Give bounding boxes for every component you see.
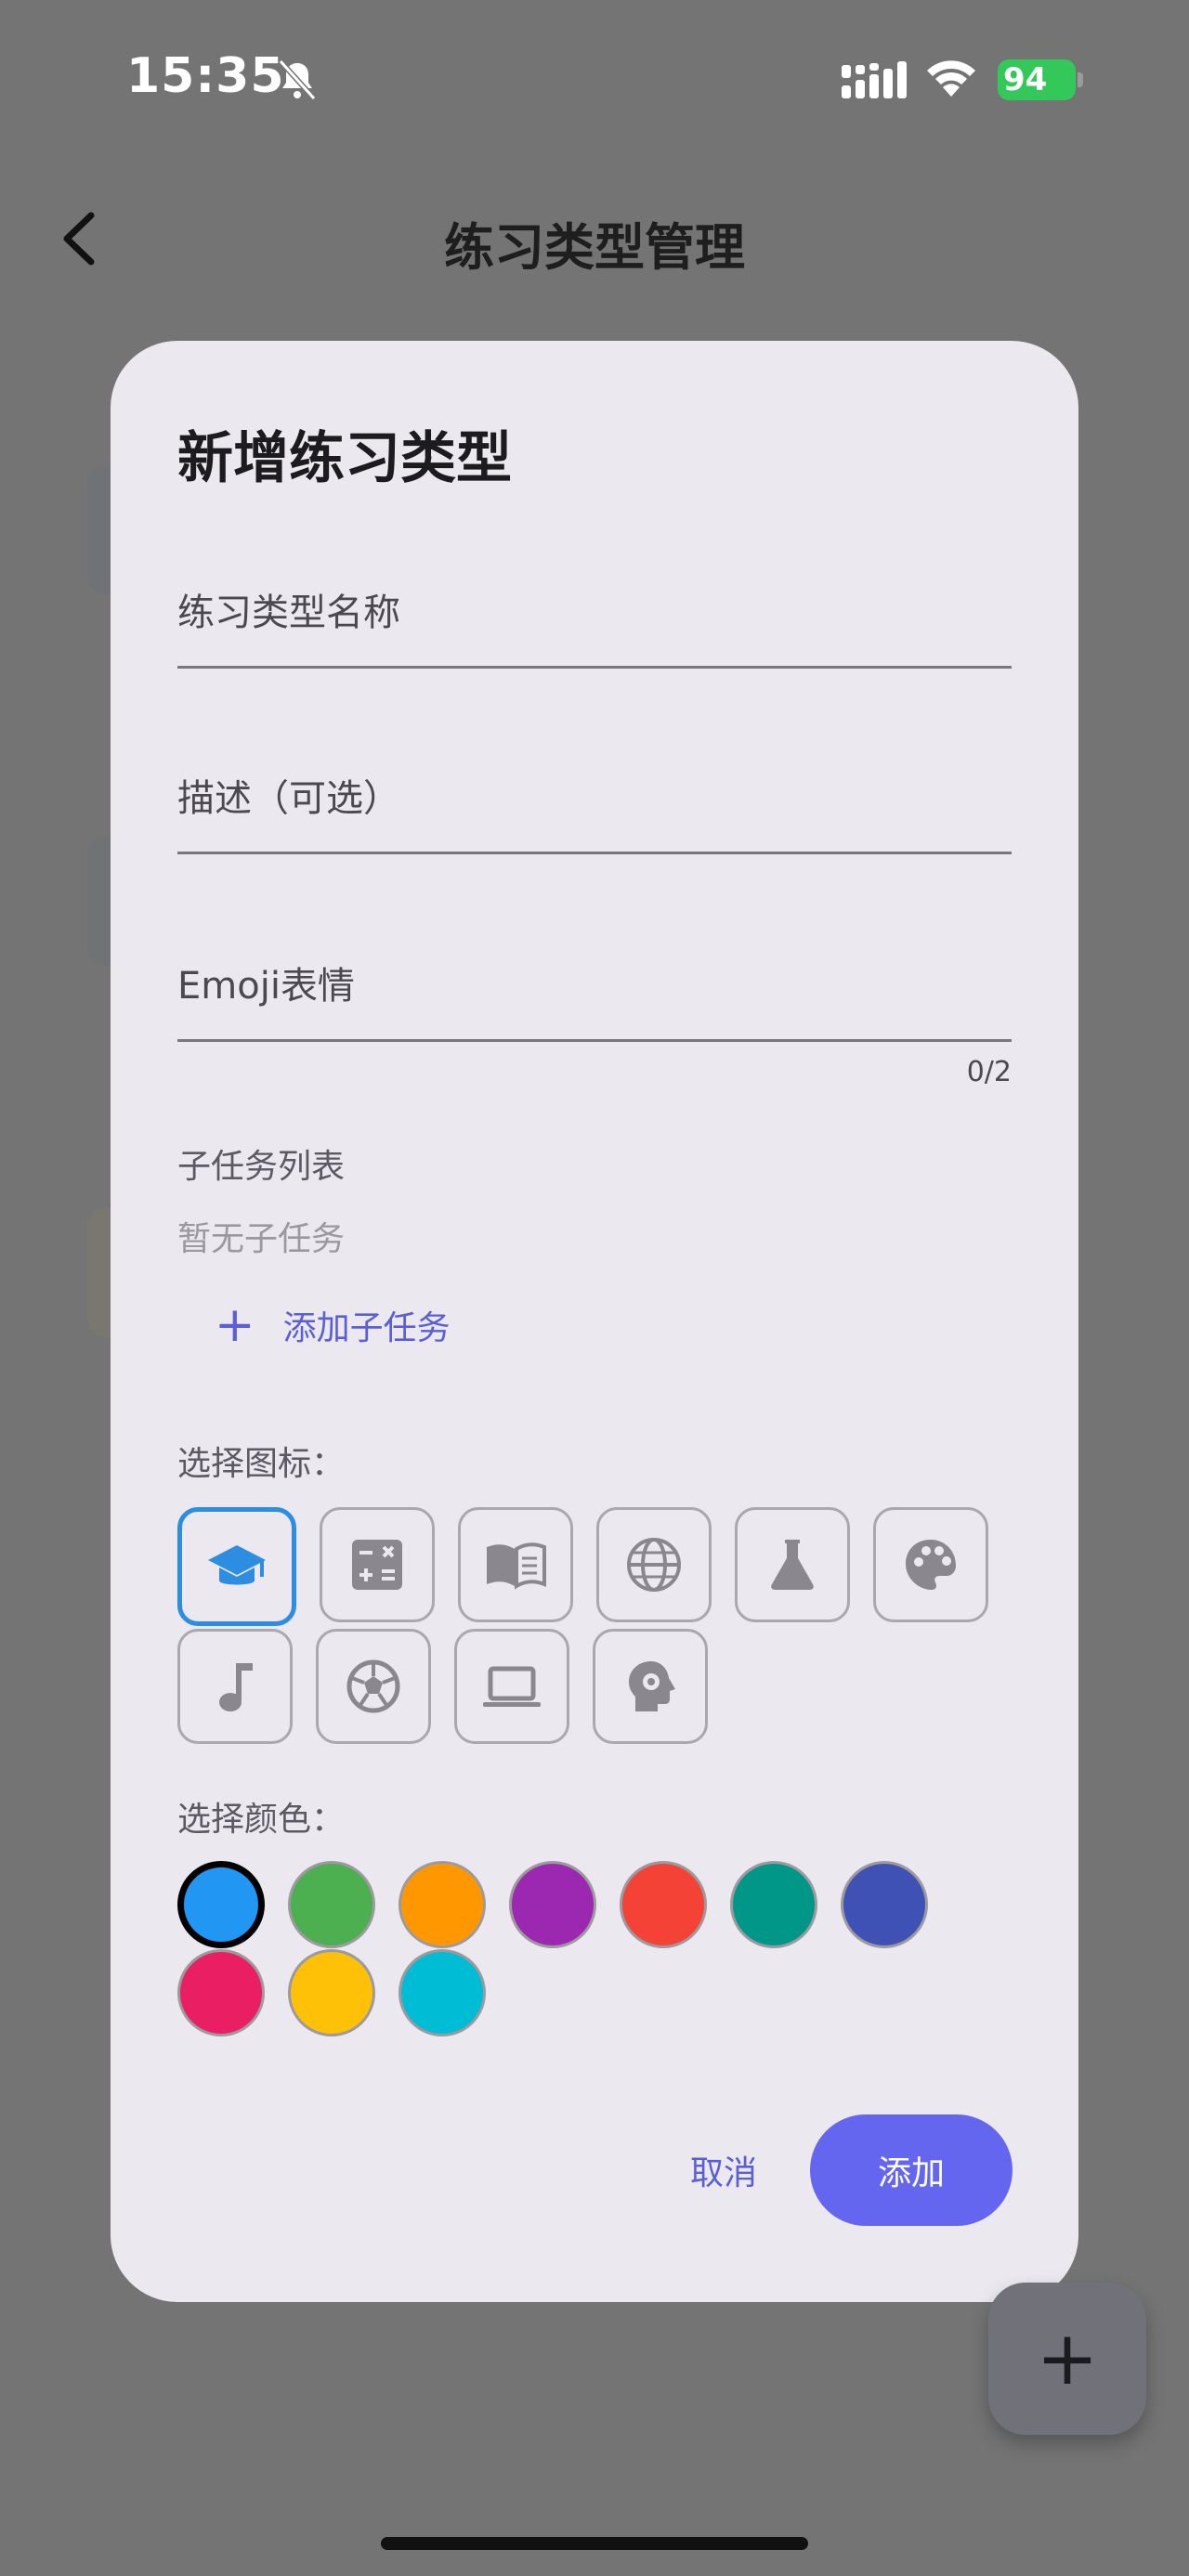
icon-option-book[interactable] bbox=[458, 1507, 573, 1622]
emoji-char-counter: 0/2 bbox=[966, 1056, 1012, 1088]
icon-option-laptop[interactable] bbox=[454, 1629, 569, 1744]
icon-picker-label: 选择图标： bbox=[177, 1445, 346, 1483]
icon-option-globe[interactable] bbox=[596, 1507, 712, 1622]
description-field-label: 描述（可选） bbox=[177, 777, 400, 820]
add-subtask-button[interactable]: + 添加子任务 bbox=[215, 1297, 451, 1353]
subtasks-empty-text: 暂无子任务 bbox=[177, 1220, 346, 1258]
soccer-ball-icon bbox=[346, 1659, 400, 1713]
color-swatch-amber[interactable] bbox=[288, 1949, 375, 2036]
home-indicator bbox=[381, 2537, 808, 2550]
color-swatch-orange[interactable] bbox=[399, 1861, 486, 1948]
color-swatch-red[interactable] bbox=[620, 1861, 707, 1948]
battery-level: 94 bbox=[1003, 61, 1048, 98]
icon-option-graduation-cap[interactable] bbox=[177, 1507, 296, 1626]
color-swatch-indigo[interactable] bbox=[841, 1861, 928, 1948]
add-fab-button[interactable]: + bbox=[988, 2283, 1146, 2435]
subtasks-label: 子任务列表 bbox=[177, 1148, 346, 1186]
icon-option-psychology[interactable] bbox=[593, 1629, 708, 1744]
flask-icon bbox=[771, 1540, 814, 1590]
dialog-title: 新增练习类型 bbox=[177, 426, 512, 491]
status-time: 15:35 bbox=[126, 48, 285, 104]
add-button[interactable]: 添加 bbox=[810, 2114, 1013, 2226]
music-note-icon bbox=[219, 1663, 253, 1711]
color-swatch-pink[interactable] bbox=[177, 1949, 265, 2036]
signal-icon bbox=[842, 61, 907, 98]
head-gear-icon bbox=[629, 1661, 675, 1711]
icon-option-music[interactable] bbox=[177, 1629, 293, 1744]
emoji-field[interactable]: Emoji表情 bbox=[177, 926, 1012, 1042]
name-field-label: 练习类型名称 bbox=[177, 592, 400, 634]
color-picker-label: 选择颜色： bbox=[177, 1801, 346, 1839]
icon-option-flask[interactable] bbox=[735, 1507, 850, 1622]
calculator-icon bbox=[352, 1540, 402, 1590]
laptop-icon bbox=[483, 1666, 541, 1707]
add-subtask-label: 添加子任务 bbox=[282, 1309, 451, 1347]
plus-icon: + bbox=[215, 1297, 255, 1353]
wifi-icon bbox=[927, 60, 975, 97]
name-field[interactable]: 练习类型名称 bbox=[177, 554, 1012, 669]
palette-icon bbox=[906, 1540, 956, 1590]
icon-option-soccer[interactable] bbox=[316, 1629, 431, 1744]
page-title: 练习类型管理 bbox=[444, 218, 745, 277]
status-bar: 15:35 94 bbox=[0, 0, 1189, 158]
color-swatch-teal[interactable] bbox=[730, 1861, 817, 1948]
book-open-icon bbox=[487, 1542, 546, 1590]
color-swatch-purple[interactable] bbox=[509, 1861, 596, 1948]
plus-icon: + bbox=[1036, 2315, 1099, 2401]
graduation-cap-icon bbox=[208, 1545, 266, 1585]
color-swatch-green[interactable] bbox=[288, 1861, 375, 1948]
globe-icon bbox=[627, 1538, 681, 1592]
icon-option-palette[interactable] bbox=[873, 1507, 988, 1622]
icon-option-calculator[interactable] bbox=[320, 1507, 435, 1622]
battery-indicator: 94 bbox=[998, 59, 1085, 100]
emoji-field-label: Emoji表情 bbox=[177, 965, 355, 1008]
color-swatch-blue[interactable] bbox=[177, 1861, 265, 1948]
bell-muted-icon bbox=[278, 59, 317, 101]
color-swatch-cyan[interactable] bbox=[399, 1949, 486, 2036]
description-field[interactable]: 描述（可选） bbox=[177, 740, 1012, 854]
cancel-button[interactable]: 取消 bbox=[649, 2133, 798, 2207]
add-practice-type-dialog: 新增练习类型 练习类型名称 描述（可选） Emoji表情 0/2 子任务列表 暂… bbox=[111, 341, 1078, 2302]
